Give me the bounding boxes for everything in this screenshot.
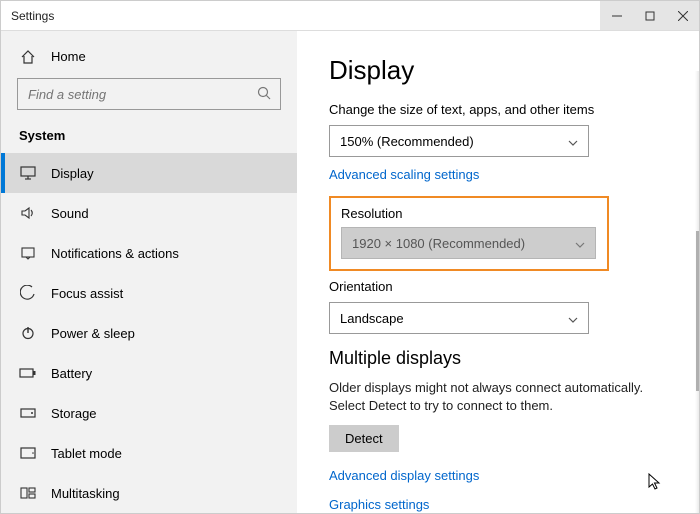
sidebar-item-sound[interactable]: Sound [1, 193, 297, 233]
sidebar-item-label: Notifications & actions [51, 246, 179, 261]
advanced-scaling-link[interactable]: Advanced scaling settings [329, 167, 667, 182]
scale-dropdown[interactable]: 150% (Recommended) [329, 125, 589, 157]
settings-window: Settings Home [0, 0, 700, 514]
tablet-icon [19, 444, 37, 462]
window-body: Home System Display Sound [1, 31, 699, 513]
sidebar-item-focus-assist[interactable]: Focus assist [1, 273, 297, 313]
notifications-icon [19, 244, 37, 262]
sound-icon [19, 204, 37, 222]
search-input[interactable] [17, 78, 281, 110]
scale-value: 150% (Recommended) [340, 134, 474, 149]
search-wrap [17, 78, 281, 110]
nav-list: Display Sound Notifications & actions Fo… [1, 153, 297, 513]
resolution-value: 1920 × 1080 (Recommended) [352, 236, 525, 251]
advanced-display-link[interactable]: Advanced display settings [329, 468, 667, 483]
home-icon [19, 48, 37, 66]
sidebar-section-heading: System [1, 124, 297, 153]
sidebar-home-label: Home [51, 49, 86, 64]
multitasking-icon [19, 484, 37, 502]
orientation-label: Orientation [329, 279, 667, 294]
sidebar-item-label: Display [51, 166, 94, 181]
power-icon [19, 324, 37, 342]
minimize-icon [612, 11, 622, 21]
battery-icon [19, 364, 37, 382]
graphics-settings-link[interactable]: Graphics settings [329, 497, 667, 512]
chevron-down-icon [568, 311, 578, 326]
multiple-displays-heading: Multiple displays [329, 348, 667, 369]
sidebar-item-label: Focus assist [51, 286, 123, 301]
chevron-down-icon [568, 134, 578, 149]
titlebar: Settings [1, 1, 699, 31]
sidebar-item-tablet-mode[interactable]: Tablet mode [1, 433, 297, 473]
sidebar-item-label: Storage [51, 406, 97, 421]
maximize-button[interactable] [633, 1, 666, 30]
multiple-displays-description: Older displays might not always connect … [329, 379, 667, 415]
orientation-value: Landscape [340, 311, 404, 326]
sidebar-item-label: Sound [51, 206, 89, 221]
close-button[interactable] [666, 1, 699, 30]
resolution-highlight: Resolution 1920 × 1080 (Recommended) [329, 196, 609, 271]
sidebar-item-label: Tablet mode [51, 446, 122, 461]
sidebar-item-notifications[interactable]: Notifications & actions [1, 233, 297, 273]
display-icon [19, 164, 37, 182]
focus-assist-icon [19, 284, 37, 302]
sidebar-item-battery[interactable]: Battery [1, 353, 297, 393]
detect-button[interactable]: Detect [329, 425, 399, 452]
storage-icon [19, 404, 37, 422]
close-icon [678, 11, 688, 21]
sidebar-item-storage[interactable]: Storage [1, 393, 297, 433]
maximize-icon [645, 11, 655, 21]
search-icon [257, 86, 271, 103]
main-content: Display Change the size of text, apps, a… [297, 31, 699, 513]
window-title: Settings [1, 9, 54, 23]
orientation-dropdown[interactable]: Landscape [329, 302, 589, 334]
sidebar-item-multitasking[interactable]: Multitasking [1, 473, 297, 513]
minimize-button[interactable] [600, 1, 633, 30]
chevron-down-icon [575, 236, 585, 251]
sidebar-item-power-sleep[interactable]: Power & sleep [1, 313, 297, 353]
sidebar-home[interactable]: Home [1, 45, 297, 68]
resolution-dropdown[interactable]: 1920 × 1080 (Recommended) [341, 227, 596, 259]
window-controls [600, 1, 699, 30]
scale-label: Change the size of text, apps, and other… [329, 102, 667, 117]
sidebar: Home System Display Sound [1, 31, 297, 513]
resolution-label: Resolution [341, 206, 597, 221]
sidebar-item-label: Multitasking [51, 486, 120, 501]
scrollbar-thumb[interactable] [696, 231, 699, 391]
sidebar-item-label: Power & sleep [51, 326, 135, 341]
sidebar-item-label: Battery [51, 366, 92, 381]
sidebar-item-display[interactable]: Display [1, 153, 297, 193]
page-title: Display [329, 55, 667, 86]
